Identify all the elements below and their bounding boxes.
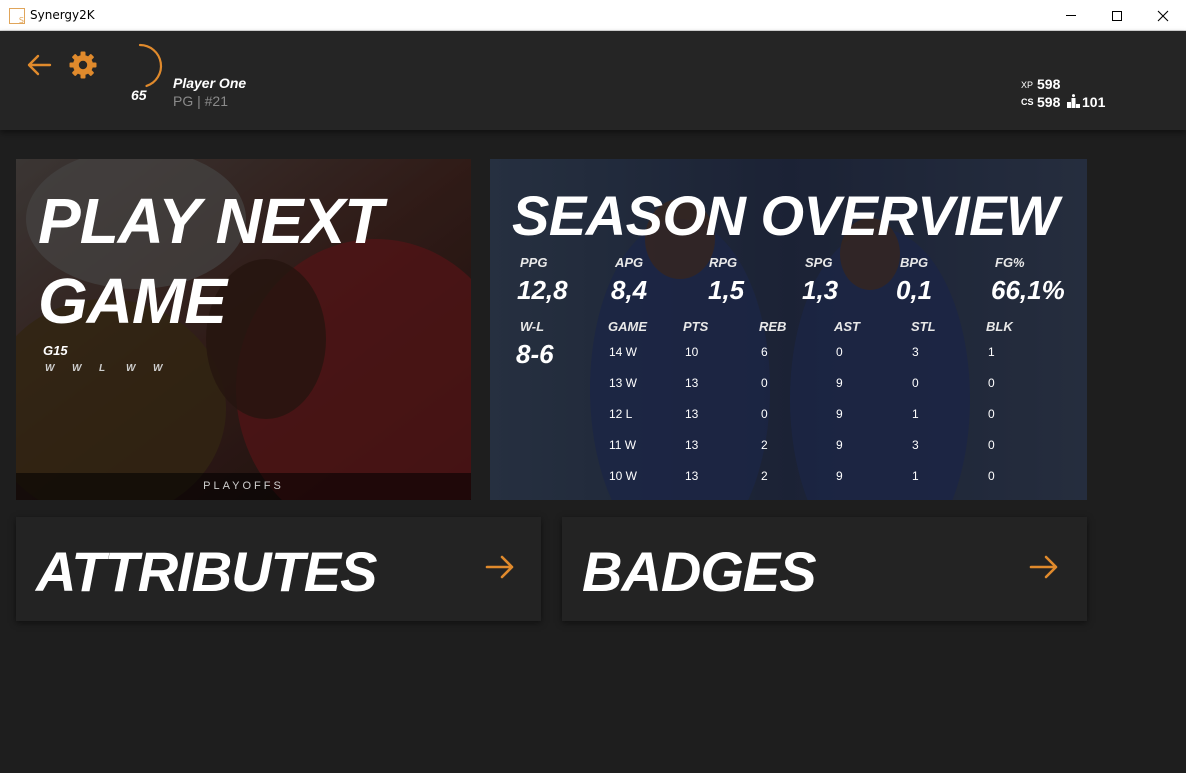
win-loss-record: 8-6 — [516, 339, 554, 369]
log-header-game: GAME — [608, 319, 647, 334]
log-cell-ast: 9 — [836, 407, 843, 421]
stat-value-bpg: 0,1 — [896, 275, 933, 305]
window-titlebar: S Synergy2K — [0, 0, 1186, 31]
stat-value-ppg: 12,8 — [517, 275, 568, 305]
log-cell-stl: 0 — [912, 376, 919, 390]
log-cell-pts: 13 — [685, 469, 699, 483]
log-header-ast: AST — [834, 319, 860, 334]
streak-result: W — [126, 363, 136, 374]
maximize-button[interactable] — [1094, 0, 1140, 31]
log-cell-ast: 9 — [836, 438, 843, 452]
stat-value-apg: 8,4 — [611, 275, 648, 305]
app-icon: S — [9, 8, 25, 25]
log-header-reb: REB — [759, 319, 787, 334]
badges-card[interactable]: BADGES — [562, 517, 1087, 621]
stat-label-apg: APG — [615, 255, 644, 270]
log-cell-pts: 13 — [685, 407, 699, 421]
recent-results-streak: W W L W W — [45, 363, 180, 374]
streak-result: L — [99, 363, 106, 374]
podium-icon — [1067, 94, 1080, 108]
log-cell-stl: 1 — [912, 469, 919, 483]
maximize-icon — [1112, 10, 1122, 21]
log-cell-blk: 0 — [988, 376, 995, 390]
rank-value: 101 — [1082, 94, 1106, 110]
log-cell-ast: 9 — [836, 376, 843, 390]
gear-icon[interactable] — [68, 50, 98, 80]
log-cell-reb: 0 — [761, 376, 768, 390]
log-cell-blk: 0 — [988, 407, 995, 421]
app-icon-letter: S — [18, 16, 24, 25]
log-cell-game: 14 W — [609, 345, 638, 359]
cs-label: CS — [1021, 97, 1034, 107]
season-overview-card: SEASON OVERVIEW PPG 12,8 APG 8,4 RPG 1,5… — [490, 159, 1087, 500]
log-cell-reb: 2 — [761, 469, 768, 483]
next-game-number: G15 — [43, 343, 68, 358]
stat-label-ppg: PPG — [520, 255, 548, 270]
season-overview-title: SEASON OVERVIEW — [512, 184, 1059, 247]
minimize-button[interactable] — [1048, 0, 1094, 31]
log-cell-blk: 0 — [988, 438, 995, 452]
xp-label: XP — [1021, 80, 1034, 90]
log-cell-ast: 9 — [836, 469, 843, 483]
play-title-line2: GAME — [38, 265, 227, 337]
stat-label-spg: SPG — [805, 255, 833, 270]
log-cell-blk: 1 — [988, 345, 995, 359]
attributes-title: ATTRIBUTES — [36, 540, 377, 603]
streak-result: W — [72, 363, 82, 374]
log-cell-pts: 13 — [685, 438, 699, 452]
minimize-icon — [1066, 15, 1076, 16]
player-name: Player One — [173, 75, 247, 91]
cs-value: 598 — [1037, 94, 1061, 110]
log-cell-reb: 6 — [761, 345, 768, 359]
attributes-card[interactable]: ATTRIBUTES — [16, 517, 541, 621]
log-header-pts: PTS — [683, 319, 709, 334]
log-cell-game: 12 L — [609, 407, 633, 421]
stat-value-spg: 1,3 — [802, 275, 839, 305]
stat-value-fg-pct: 66,1% — [991, 275, 1065, 305]
arrow-right-icon[interactable] — [485, 552, 515, 582]
log-cell-pts: 10 — [685, 345, 699, 359]
stat-label-fg-pct: FG% — [995, 255, 1025, 270]
play-next-game-title: PLAY NEXT GAME — [38, 181, 458, 341]
stat-value-rpg: 1,5 — [708, 275, 745, 305]
log-cell-pts: 13 — [685, 376, 699, 390]
log-cell-blk: 0 — [988, 469, 995, 483]
log-cell-game: 11 W — [609, 438, 637, 452]
play-next-game-card[interactable]: PLAY NEXT GAME G15 W W L W W PLAYOFFS — [16, 159, 471, 500]
xp-value: 598 — [1037, 76, 1061, 92]
stat-label-rpg: RPG — [709, 255, 738, 270]
log-cell-game: 13 W — [609, 376, 638, 390]
window-title: Synergy2K — [30, 8, 95, 22]
streak-result: W — [153, 363, 163, 374]
log-cell-stl: 3 — [912, 438, 919, 452]
log-header-blk: BLK — [986, 319, 1013, 334]
game-type-label: PLAYOFFS — [16, 473, 471, 500]
badges-title: BADGES — [582, 540, 817, 603]
win-loss-label: W-L — [520, 319, 545, 334]
stat-label-bpg: BPG — [900, 255, 929, 270]
close-icon — [1157, 10, 1169, 21]
arrow-left-icon[interactable] — [26, 52, 52, 78]
log-cell-ast: 0 — [836, 345, 843, 359]
close-button[interactable] — [1140, 0, 1186, 31]
log-cell-stl: 3 — [912, 345, 919, 359]
log-header-stl: STL — [911, 319, 936, 334]
player-position-number: PG | #21 — [173, 93, 229, 109]
arrow-right-icon[interactable] — [1029, 552, 1059, 582]
log-cell-stl: 1 — [912, 407, 919, 421]
overall-rating-ring — [138, 43, 163, 88]
play-title-line1: PLAY NEXT — [38, 185, 383, 257]
overall-rating: 65 — [131, 87, 147, 103]
log-cell-reb: 2 — [761, 438, 768, 452]
log-cell-reb: 0 — [761, 407, 768, 421]
log-cell-game: 10 W — [609, 469, 638, 483]
streak-result: W — [45, 363, 55, 374]
